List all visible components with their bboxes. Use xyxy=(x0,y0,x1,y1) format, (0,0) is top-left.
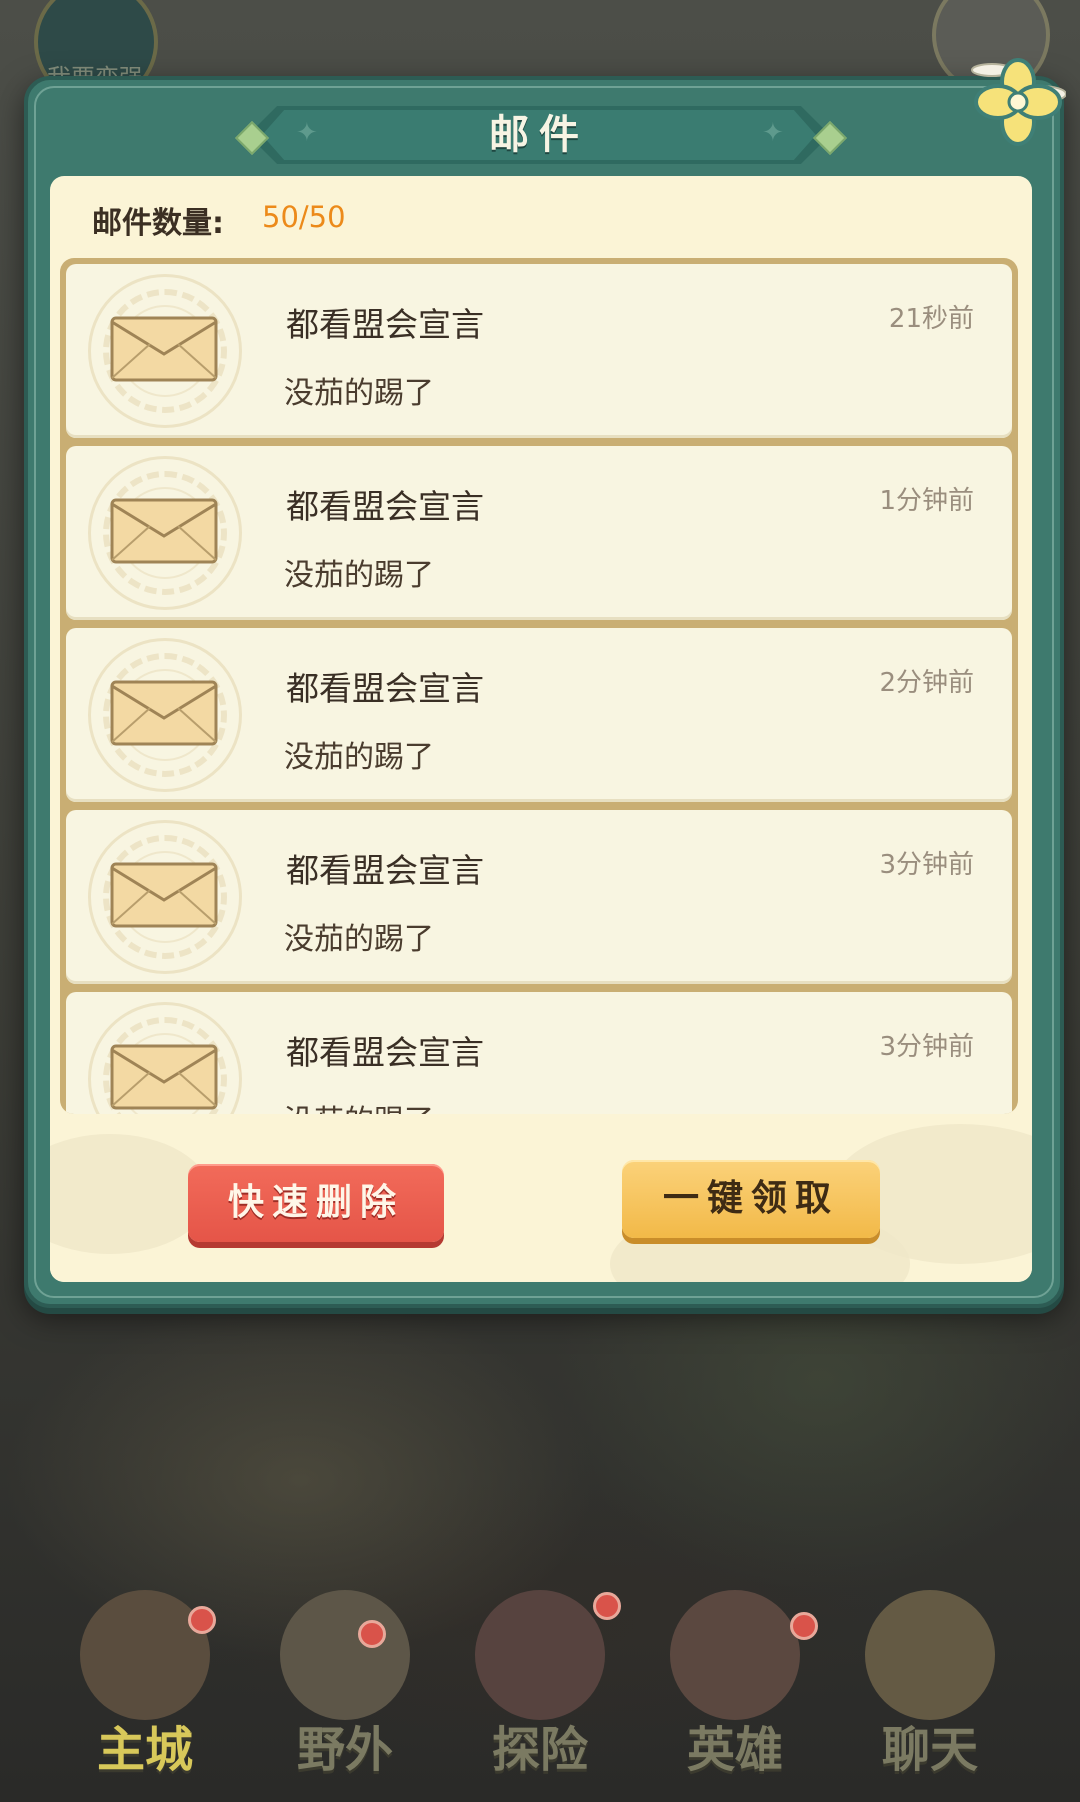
bottom-nav: 主城 野外 探险 英雄 聊天 xyxy=(0,1570,1080,1802)
envelope-icon xyxy=(110,316,218,382)
nav-item-heroes[interactable]: 英雄 xyxy=(640,1570,830,1802)
mail-title: 都看盟会宣言 xyxy=(286,669,484,708)
envelope-icon xyxy=(110,1044,218,1110)
mail-item[interactable]: 都看盟会宣言 没茄的踢了 21秒前 xyxy=(66,264,1012,438)
nav-item-wild[interactable]: 野外 xyxy=(250,1570,440,1802)
nav-label: 英雄 xyxy=(686,1722,783,1778)
ribbon-star-left: ✦ xyxy=(296,118,318,148)
mail-time: 1分钟前 xyxy=(879,486,974,516)
ribbon-star-right: ✦ xyxy=(762,118,784,148)
notification-badge xyxy=(358,1620,386,1648)
mail-count-label: 邮件数量: xyxy=(92,206,224,241)
mail-item[interactable]: 都看盟会宣言 没茄的踢了 1分钟前 xyxy=(66,446,1012,620)
nav-item-adventure[interactable]: 探险 xyxy=(445,1570,635,1802)
palace-icon xyxy=(80,1590,210,1720)
nav-label: 探险 xyxy=(491,1722,588,1778)
mountain-icon xyxy=(280,1590,410,1720)
mail-time: 3分钟前 xyxy=(879,850,974,880)
mail-subtitle: 没茄的踢了 xyxy=(284,1096,434,1114)
mail-count-value: 50/50 xyxy=(262,200,346,234)
mail-subtitle: 没茄的踢了 xyxy=(284,740,434,775)
mail-list[interactable]: 都看盟会宣言 没茄的踢了 21秒前 都看盟会宣言 没茄的踢了 1分钟前 都看盟会… xyxy=(60,258,1018,1114)
nav-item-chat[interactable]: 聊天 xyxy=(835,1570,1025,1802)
mail-title: 都看盟会宣言 xyxy=(286,1033,484,1072)
flower-close-icon xyxy=(971,58,1067,146)
mail-item[interactable]: 都看盟会宣言 没茄的踢了 2分钟前 xyxy=(66,628,1012,802)
mail-time: 3分钟前 xyxy=(879,1032,974,1062)
mail-item[interactable]: 都看盟会宣言 没茄的踢了 3分钟前 xyxy=(66,810,1012,984)
chat-faces-icon xyxy=(865,1590,995,1720)
mail-time: 21秒前 xyxy=(888,304,974,334)
envelope-icon xyxy=(110,680,218,746)
dialog-title: 邮件 xyxy=(489,112,589,158)
nav-label: 野外 xyxy=(296,1722,393,1778)
claim-all-button[interactable]: 一键领取 xyxy=(622,1160,880,1238)
mist-decoration xyxy=(50,1134,210,1254)
quick-delete-button[interactable]: 快速删除 xyxy=(188,1164,444,1242)
mail-title: 都看盟会宣言 xyxy=(286,305,484,344)
envelope-icon xyxy=(110,498,218,564)
notification-badge xyxy=(790,1612,818,1640)
notification-badge xyxy=(593,1592,621,1620)
crossed-swords-icon xyxy=(475,1590,605,1720)
mail-subtitle: 没茄的踢了 xyxy=(284,922,434,957)
mail-item[interactable]: 都看盟会宣言 没茄的踢了 3分钟前 xyxy=(66,992,1012,1114)
envelope-icon xyxy=(110,862,218,928)
nav-item-main-city[interactable]: 主城 xyxy=(50,1570,240,1802)
mail-subtitle: 没茄的踢了 xyxy=(284,376,434,411)
mail-title: 都看盟会宣言 xyxy=(286,487,484,526)
notification-badge xyxy=(188,1606,216,1634)
nav-label: 聊天 xyxy=(881,1722,978,1778)
mail-subtitle: 没茄的踢了 xyxy=(284,558,434,593)
mail-title: 都看盟会宣言 xyxy=(286,851,484,890)
close-button[interactable] xyxy=(970,54,1067,150)
hero-mask-icon xyxy=(670,1590,800,1720)
nav-label: 主城 xyxy=(96,1722,193,1778)
mail-time: 2分钟前 xyxy=(879,668,974,698)
